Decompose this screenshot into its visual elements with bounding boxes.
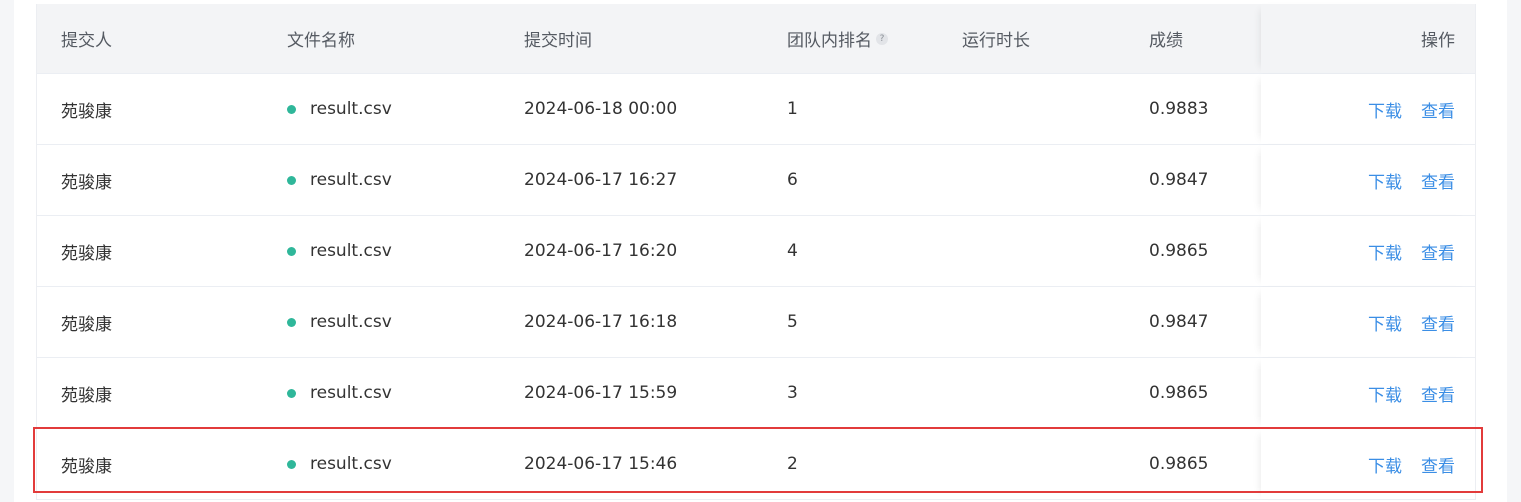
download-link[interactable]: 下载 bbox=[1368, 381, 1402, 406]
team-rank-cell: 4 bbox=[787, 241, 798, 261]
submit-time-cell: 2024-06-17 15:46 bbox=[524, 454, 678, 474]
file-cell: result.csv bbox=[287, 358, 392, 428]
status-dot-icon bbox=[287, 175, 296, 185]
submitter-cell: 苑骏康 bbox=[61, 243, 112, 264]
status-dot-icon bbox=[287, 104, 296, 114]
table-header: 提交人 文件名称 提交时间 团队内排名 ? 运行时长 成绩 操作 bbox=[37, 4, 1475, 74]
team-rank-cell: 3 bbox=[787, 383, 798, 403]
submitter-cell: 苑骏康 bbox=[61, 314, 112, 335]
operations-column: 下载 查看 bbox=[1261, 216, 1475, 286]
header-submitter: 提交人 bbox=[61, 31, 112, 51]
header-operations-column: 操作 bbox=[1261, 4, 1475, 73]
operations-column: 下载 查看 bbox=[1261, 358, 1475, 428]
file-name: result.csv bbox=[310, 241, 392, 261]
file-name: result.csv bbox=[310, 454, 392, 474]
score-cell: 0.9847 bbox=[1149, 312, 1209, 332]
operations-cell: 下载 查看 bbox=[1349, 74, 1455, 144]
table-body: 苑骏康 result.csv 2024-06-18 00:00 1 0.9883… bbox=[37, 74, 1475, 500]
score-cell: 0.9847 bbox=[1149, 170, 1209, 190]
file-cell: result.csv bbox=[287, 429, 392, 499]
team-rank-cell: 6 bbox=[787, 170, 798, 190]
status-dot-icon bbox=[287, 388, 296, 398]
table-row: 苑骏康 result.csv 2024-06-17 16:27 6 0.9847… bbox=[37, 145, 1475, 216]
file-cell: result.csv bbox=[287, 216, 392, 286]
submit-time-cell: 2024-06-17 16:27 bbox=[524, 170, 678, 190]
submitter-cell: 苑骏康 bbox=[61, 456, 112, 477]
team-rank-cell: 1 bbox=[787, 99, 798, 119]
operations-column: 下载 查看 bbox=[1261, 287, 1475, 357]
score-cell: 0.9865 bbox=[1149, 241, 1209, 261]
status-dot-icon bbox=[287, 317, 296, 327]
header-file-name: 文件名称 bbox=[287, 31, 355, 51]
table-row: 苑骏康 result.csv 2024-06-17 15:59 3 0.9865… bbox=[37, 358, 1475, 429]
submitter-cell: 苑骏康 bbox=[61, 385, 112, 406]
submissions-table: 提交人 文件名称 提交时间 团队内排名 ? 运行时长 成绩 操作 苑骏康 res… bbox=[36, 4, 1476, 500]
file-name: result.csv bbox=[310, 99, 392, 119]
score-cell: 0.9865 bbox=[1149, 454, 1209, 474]
download-link[interactable]: 下载 bbox=[1368, 239, 1402, 264]
status-dot-icon bbox=[287, 459, 296, 469]
table-row: 苑骏康 result.csv 2024-06-17 15:46 2 0.9865… bbox=[37, 429, 1475, 500]
file-cell: result.csv bbox=[287, 74, 392, 144]
submit-time-cell: 2024-06-17 16:18 bbox=[524, 312, 678, 332]
team-rank-cell: 2 bbox=[787, 454, 798, 474]
header-team-rank-label: 团队内排名 bbox=[787, 31, 872, 51]
status-dot-icon bbox=[287, 246, 296, 256]
header-team-rank: 团队内排名 ? bbox=[787, 4, 888, 73]
submit-time-cell: 2024-06-18 00:00 bbox=[524, 99, 678, 119]
header-operations: 操作 bbox=[1421, 31, 1455, 51]
view-link[interactable]: 查看 bbox=[1421, 310, 1455, 335]
operations-cell: 下载 查看 bbox=[1349, 287, 1455, 357]
header-score: 成绩 bbox=[1149, 31, 1183, 51]
table-row: 苑骏康 result.csv 2024-06-18 00:00 1 0.9883… bbox=[37, 74, 1475, 145]
download-link[interactable]: 下载 bbox=[1368, 452, 1402, 477]
table-row: 苑骏康 result.csv 2024-06-17 16:20 4 0.9865… bbox=[37, 216, 1475, 287]
download-link[interactable]: 下载 bbox=[1368, 168, 1402, 193]
submit-time-cell: 2024-06-17 16:20 bbox=[524, 241, 678, 261]
view-link[interactable]: 查看 bbox=[1421, 97, 1455, 122]
file-name: result.csv bbox=[310, 170, 392, 190]
score-cell: 0.9865 bbox=[1149, 383, 1209, 403]
submit-time-cell: 2024-06-17 15:59 bbox=[524, 383, 678, 403]
view-link[interactable]: 查看 bbox=[1421, 452, 1455, 477]
operations-cell: 下载 查看 bbox=[1349, 145, 1455, 215]
file-cell: result.csv bbox=[287, 145, 392, 215]
team-rank-cell: 5 bbox=[787, 312, 798, 332]
operations-cell: 下载 查看 bbox=[1349, 358, 1455, 428]
download-link[interactable]: 下载 bbox=[1368, 310, 1402, 335]
operations-column: 下载 查看 bbox=[1261, 74, 1475, 144]
view-link[interactable]: 查看 bbox=[1421, 381, 1455, 406]
file-cell: result.csv bbox=[287, 287, 392, 357]
operations-column: 下载 查看 bbox=[1261, 145, 1475, 215]
file-name: result.csv bbox=[310, 383, 392, 403]
score-cell: 0.9883 bbox=[1149, 99, 1209, 119]
header-runtime: 运行时长 bbox=[962, 31, 1030, 51]
table-row: 苑骏康 result.csv 2024-06-17 16:18 5 0.9847… bbox=[37, 287, 1475, 358]
operations-column: 下载 查看 bbox=[1261, 429, 1475, 499]
submitter-cell: 苑骏康 bbox=[61, 101, 112, 122]
view-link[interactable]: 查看 bbox=[1421, 168, 1455, 193]
download-link[interactable]: 下载 bbox=[1368, 97, 1402, 122]
header-submit-time: 提交时间 bbox=[524, 31, 592, 51]
operations-cell: 下载 查看 bbox=[1349, 429, 1455, 499]
file-name: result.csv bbox=[310, 312, 392, 332]
operations-cell: 下载 查看 bbox=[1349, 216, 1455, 286]
view-link[interactable]: 查看 bbox=[1421, 239, 1455, 264]
question-mark-icon[interactable]: ? bbox=[876, 32, 888, 45]
submitter-cell: 苑骏康 bbox=[61, 172, 112, 193]
